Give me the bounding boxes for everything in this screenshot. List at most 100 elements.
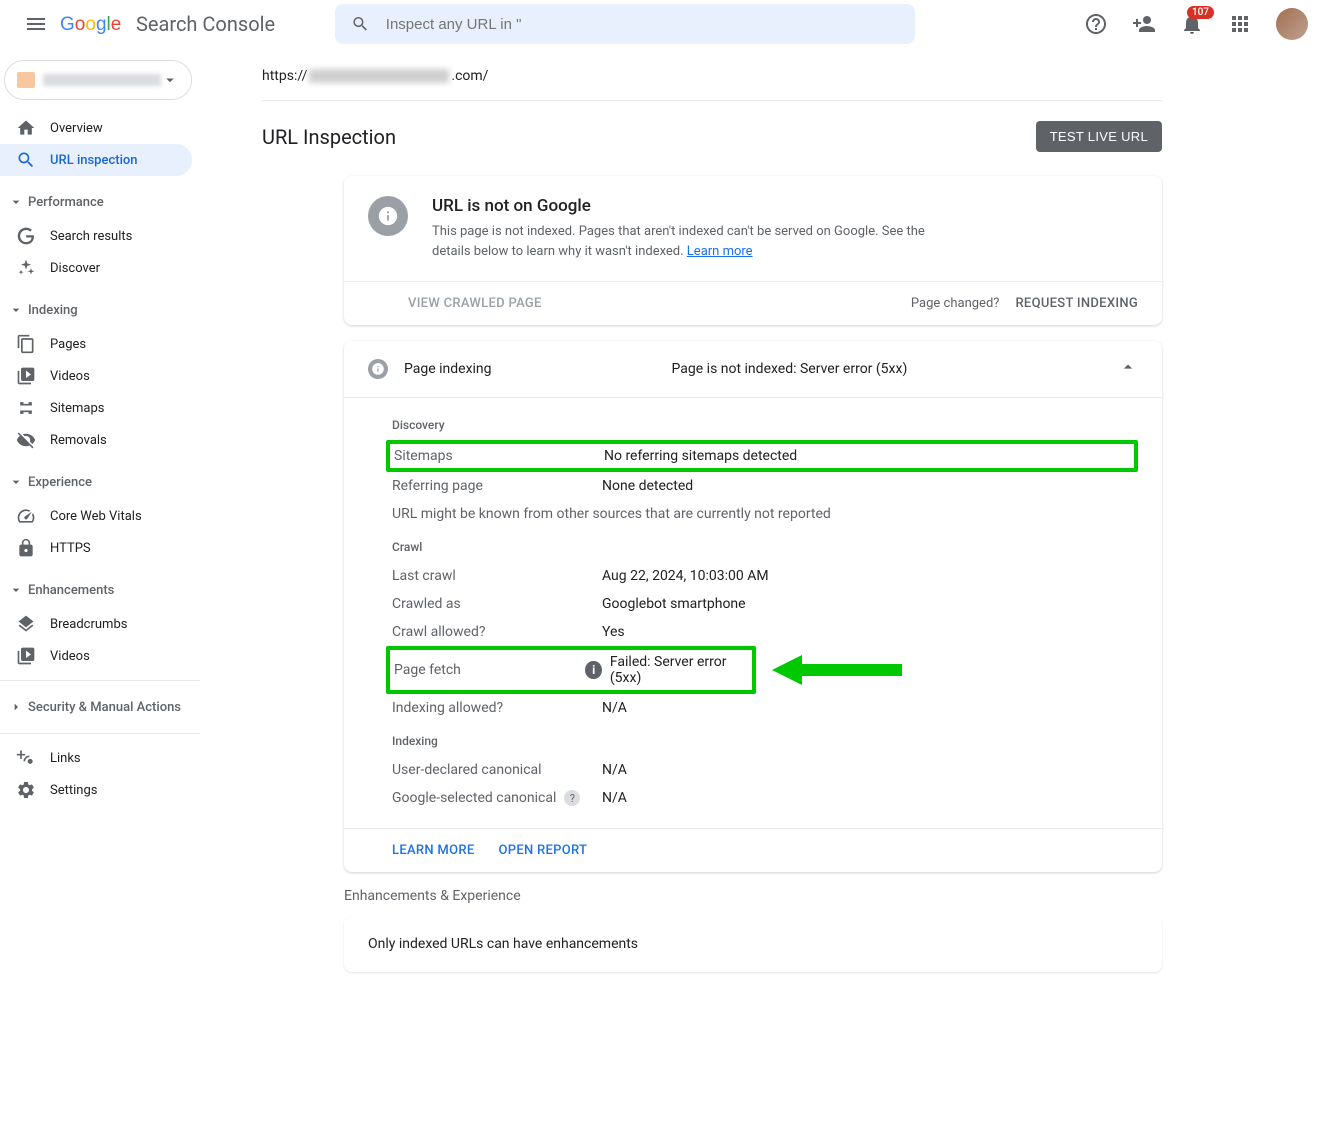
chevron-down-icon (8, 194, 24, 210)
request-indexing-button[interactable]: REQUEST INDEXING (1015, 296, 1138, 311)
sidebar-item-discover[interactable]: Discover (0, 252, 192, 284)
discovery-heading: Discovery (392, 406, 1138, 440)
nav-label: Links (50, 751, 81, 766)
search-icon (16, 150, 36, 170)
svg-text:Google: Google (60, 14, 121, 35)
enhancements-label: Enhancements & Experience (344, 888, 1162, 904)
chevron-down-icon (8, 474, 24, 490)
info-icon (368, 359, 388, 379)
sidebar-item-url-inspection[interactable]: URL inspection (0, 144, 192, 176)
group-label: Enhancements (28, 583, 114, 598)
home-icon (16, 118, 36, 138)
page-changed-text: Page changed? (911, 296, 1000, 311)
google-canonical-row: Google-selected canonical ? N/A (392, 784, 1138, 812)
notifications-button[interactable]: 107 (1172, 4, 1212, 44)
indexing-label: Page indexing (404, 361, 492, 377)
nav-label: URL inspection (50, 153, 138, 168)
nav-group-enhancements[interactable]: Enhancements (0, 572, 200, 608)
menu-icon (24, 12, 48, 36)
g-icon (16, 226, 36, 246)
account-avatar[interactable] (1276, 8, 1308, 40)
nav-group-performance[interactable]: Performance (0, 184, 200, 220)
video-icon (16, 366, 36, 386)
view-crawled-page-button[interactable]: VIEW CRAWLED PAGE (368, 296, 542, 311)
crawled-as-row: Crawled as Googlebot smartphone (392, 590, 1138, 618)
page-indexing-card: Page indexing Page is not indexed: Serve… (344, 341, 1162, 872)
sidebar-item-search-results[interactable]: Search results (0, 220, 192, 252)
help-icon[interactable]: ? (564, 790, 580, 806)
indexing-heading: Indexing (392, 722, 1138, 756)
discovery-note: URL might be known from other sources th… (392, 500, 1138, 528)
users-button[interactable] (1124, 4, 1164, 44)
nav-label: Overview (50, 121, 103, 136)
nav-label: Videos (50, 369, 90, 384)
nav-label: Settings (50, 783, 97, 798)
sidebar-item-https[interactable]: HTTPS (0, 532, 192, 564)
page-indexing-header[interactable]: Page indexing Page is not indexed: Serve… (344, 341, 1162, 397)
nav-group-experience[interactable]: Experience (0, 464, 200, 500)
links-icon (16, 748, 36, 768)
sidebar-item-cwv[interactable]: Core Web Vitals (0, 500, 192, 532)
nav-label: HTTPS (50, 541, 91, 556)
chevron-down-icon (8, 302, 24, 318)
group-label: Indexing (28, 303, 78, 318)
nav-label: Search results (50, 229, 132, 244)
sidebar: Overview URL inspection Performance Sear… (0, 48, 200, 1143)
nav-group-security[interactable]: Security & Manual Actions (0, 689, 200, 725)
enhancements-card: Only indexed URLs can have enhancements (344, 916, 1162, 972)
person-add-icon (1132, 12, 1156, 36)
lock-icon (16, 538, 36, 558)
apps-button[interactable] (1220, 4, 1260, 44)
sidebar-item-settings[interactable]: Settings (0, 774, 192, 806)
url-search-bar[interactable] (335, 4, 915, 44)
nav-label: Sitemaps (50, 401, 105, 416)
speed-icon (16, 506, 36, 526)
removals-icon (16, 430, 36, 450)
property-name (43, 74, 161, 86)
page-fetch-row: Page fetch i Failed: Server error (5xx) (386, 646, 756, 694)
notification-badge: 107 (1187, 6, 1214, 19)
test-live-url-button[interactable]: TEST LIVE URL (1036, 121, 1162, 152)
logo[interactable]: Google Search Console (60, 12, 275, 36)
sitemaps-row: Sitemaps No referring sitemaps detected (386, 440, 1138, 472)
open-report-button[interactable]: OPEN REPORT (498, 843, 587, 858)
learn-more-button[interactable]: LEARN MORE (392, 843, 474, 858)
layers-icon (16, 614, 36, 634)
sidebar-item-overview[interactable]: Overview (0, 112, 192, 144)
nav-label: Pages (50, 337, 86, 352)
sidebar-item-links[interactable]: Links (0, 742, 192, 774)
menu-button[interactable] (16, 4, 56, 44)
pages-icon (16, 334, 36, 354)
help-button[interactable] (1076, 4, 1116, 44)
nav-label: Videos (50, 649, 90, 664)
last-crawl-row: Last crawl Aug 22, 2024, 10:03:00 AM (392, 562, 1138, 590)
sidebar-item-videos2[interactable]: Videos (0, 640, 192, 672)
sidebar-item-videos[interactable]: Videos (0, 360, 192, 392)
sidebar-item-pages[interactable]: Pages (0, 328, 192, 360)
gear-icon (16, 780, 36, 800)
google-logo-icon: Google (60, 12, 134, 36)
sidebar-item-removals[interactable]: Removals (0, 424, 192, 456)
crawl-allowed-row: Crawl allowed? Yes (392, 618, 1138, 646)
info-icon: i (585, 661, 601, 679)
chevron-up-icon (1118, 357, 1138, 381)
learn-more-link[interactable]: Learn more (687, 244, 753, 259)
nav-group-indexing[interactable]: Indexing (0, 292, 200, 328)
indexing-allowed-row: Indexing allowed? N/A (392, 694, 1138, 722)
nav-label: Discover (50, 261, 100, 276)
referring-page-row: Referring page None detected (392, 472, 1138, 500)
url-input[interactable] (386, 16, 899, 33)
nav-label: Removals (50, 433, 107, 448)
info-icon (368, 196, 408, 236)
property-selector[interactable] (4, 60, 192, 100)
sidebar-item-sitemaps[interactable]: Sitemaps (0, 392, 192, 424)
group-label: Experience (28, 475, 92, 490)
indexing-status: Page is not indexed: Server error (5xx) (672, 361, 908, 377)
annotation-arrow (772, 650, 902, 690)
discover-icon (16, 258, 36, 278)
search-icon (351, 14, 370, 34)
group-label: Security & Manual Actions (28, 700, 181, 715)
sidebar-item-breadcrumbs[interactable]: Breadcrumbs (0, 608, 192, 640)
apps-icon (1228, 12, 1252, 36)
chevron-down-icon (8, 582, 24, 598)
